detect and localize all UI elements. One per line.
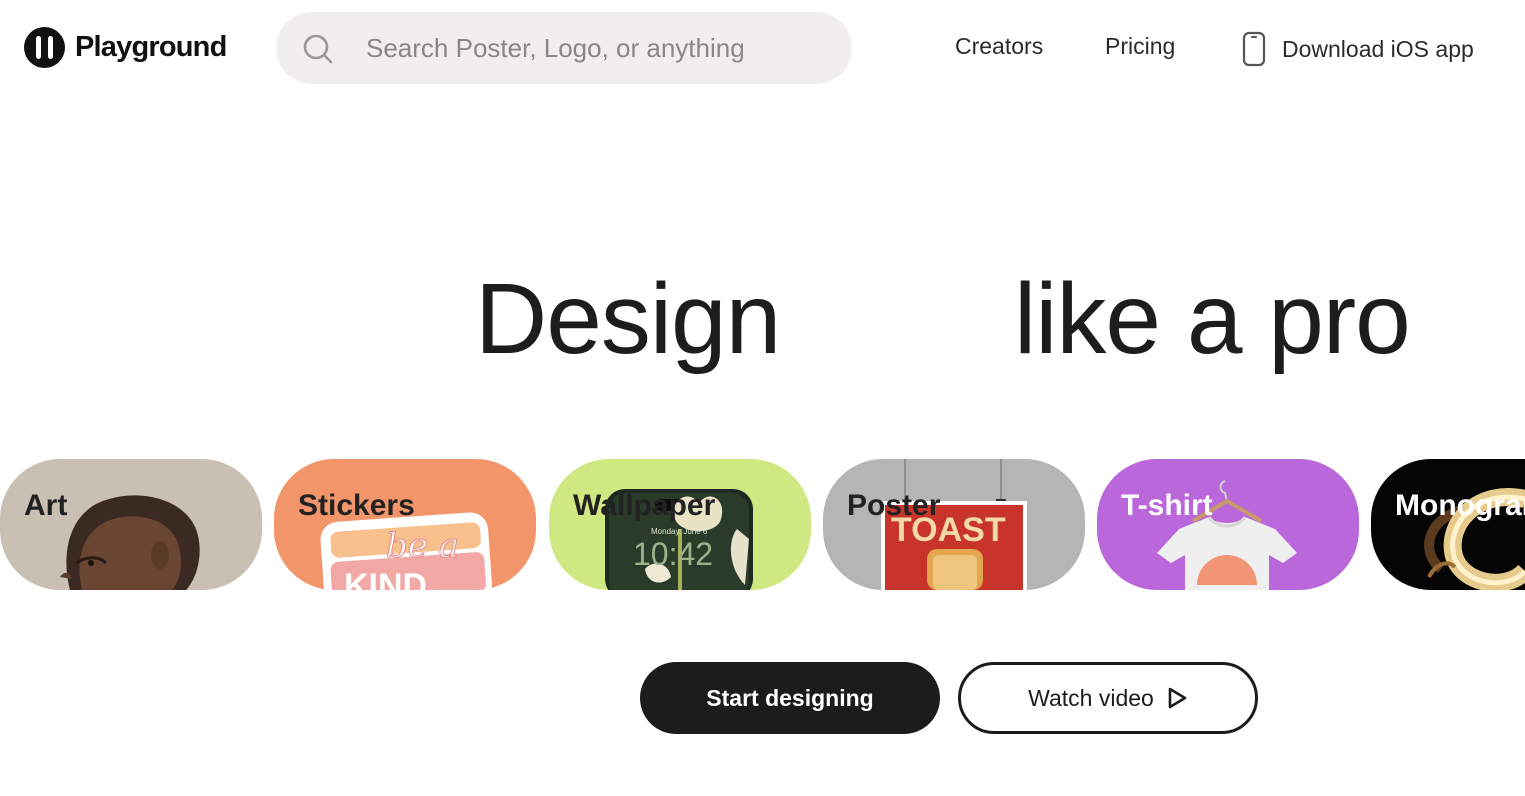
watch-video-label: Watch video <box>1028 684 1154 711</box>
category-label-poster: Poster <box>847 489 941 522</box>
search-bar[interactable] <box>276 12 852 84</box>
sticker-art-text: be a <box>386 526 459 566</box>
category-card-tshirt[interactable]: T-shirt <box>1097 459 1359 590</box>
watch-video-button[interactable]: Watch video <box>958 662 1258 734</box>
category-label-stickers: Stickers <box>298 489 415 522</box>
category-card-stickers[interactable]: be a KIND Stickers <box>274 459 536 590</box>
search-icon <box>303 34 333 64</box>
category-card-art[interactable]: Art <box>0 459 262 590</box>
wallpaper-date-text: Monday, June 6 <box>651 527 708 536</box>
nav-creators-link[interactable]: Creators <box>955 33 1043 60</box>
category-card-poster[interactable]: TOAST Poster <box>823 459 1085 590</box>
tshirt-thumbnail-image <box>1097 459 1359 590</box>
category-label-monogram: Monogram <box>1395 489 1525 522</box>
play-icon <box>1168 687 1187 709</box>
category-label-wallpaper: Wallpaper <box>573 489 716 522</box>
wallpaper-time-text: 10:42 <box>633 536 713 572</box>
poster-thumbnail-image: TOAST <box>823 459 1085 590</box>
phone-icon <box>1242 31 1266 67</box>
header: Playground Creators Pricing Download iOS… <box>0 0 1525 96</box>
category-label-art: Art <box>24 489 68 522</box>
search-input[interactable] <box>364 26 834 70</box>
hero-heading-right: like a pro <box>1014 263 1411 375</box>
category-card-monogram[interactable]: Monogram <box>1371 459 1525 590</box>
download-ios-link[interactable]: Download iOS app <box>1242 31 1474 67</box>
category-carousel: Art be a KIND Stickers Monday, June 6 10… <box>0 459 1525 590</box>
sticker-art-text-2: KIND <box>344 567 427 590</box>
stickers-thumbnail-image: be a KIND <box>274 459 536 590</box>
playground-logo-icon <box>24 27 65 68</box>
logo-link[interactable]: Playground <box>24 27 227 68</box>
start-designing-button[interactable]: Start designing <box>640 662 940 734</box>
monogram-thumbnail-image <box>1371 459 1525 590</box>
art-thumbnail-image <box>0 459 262 590</box>
category-label-tshirt: T-shirt <box>1121 489 1213 522</box>
nav-pricing-link[interactable]: Pricing <box>1105 33 1175 60</box>
download-ios-label: Download iOS app <box>1282 35 1474 62</box>
wallpaper-thumbnail-image: Monday, June 6 10:42 <box>549 459 811 590</box>
category-card-wallpaper[interactable]: Monday, June 6 10:42 Wallpaper <box>549 459 811 590</box>
logo-text: Playground <box>75 31 227 63</box>
hero-heading-left: Design <box>475 263 781 375</box>
